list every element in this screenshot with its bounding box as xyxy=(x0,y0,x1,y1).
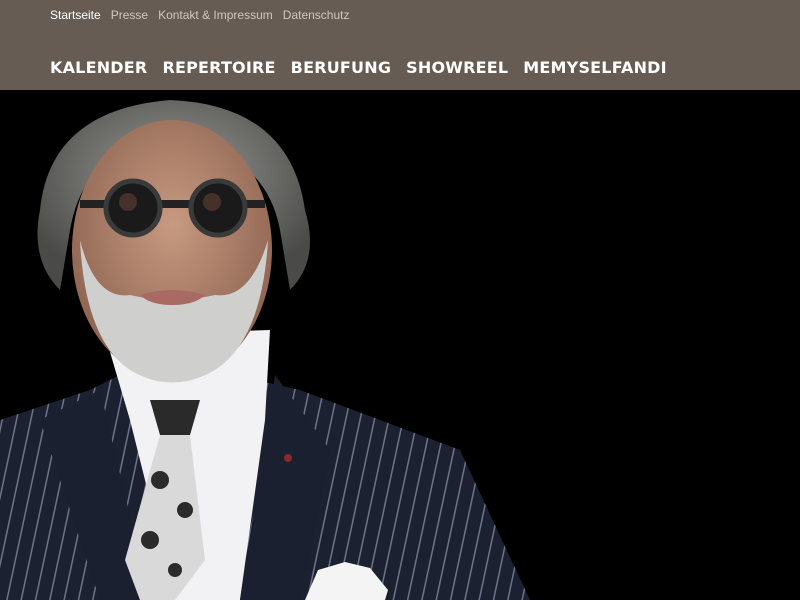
nav-item-berufung[interactable]: BERUFUNG xyxy=(291,58,391,78)
nav-item-showreel[interactable]: SHOWREEL xyxy=(406,58,508,78)
top-links-nav: Startseite Presse Kontakt & Impressum Da… xyxy=(50,8,359,22)
top-link-presse[interactable]: Presse xyxy=(111,8,148,22)
top-link-datenschutz[interactable]: Datenschutz xyxy=(283,8,350,22)
site-header: Startseite Presse Kontakt & Impressum Da… xyxy=(0,0,800,90)
top-link-kontakt-impressum[interactable]: Kontakt & Impressum xyxy=(158,8,273,22)
main-nav: KALENDER REPERTOIRE BERUFUNG SHOWREEL ME… xyxy=(50,58,682,78)
hero-image xyxy=(0,90,800,600)
portrait-photo-icon xyxy=(0,90,800,600)
top-link-startseite[interactable]: Startseite xyxy=(50,8,101,22)
nav-item-kalender[interactable]: KALENDER xyxy=(50,58,147,78)
nav-item-repertoire[interactable]: REPERTOIRE xyxy=(162,58,275,78)
nav-item-memyselfandi[interactable]: MEMYSELFANDI xyxy=(523,58,667,78)
